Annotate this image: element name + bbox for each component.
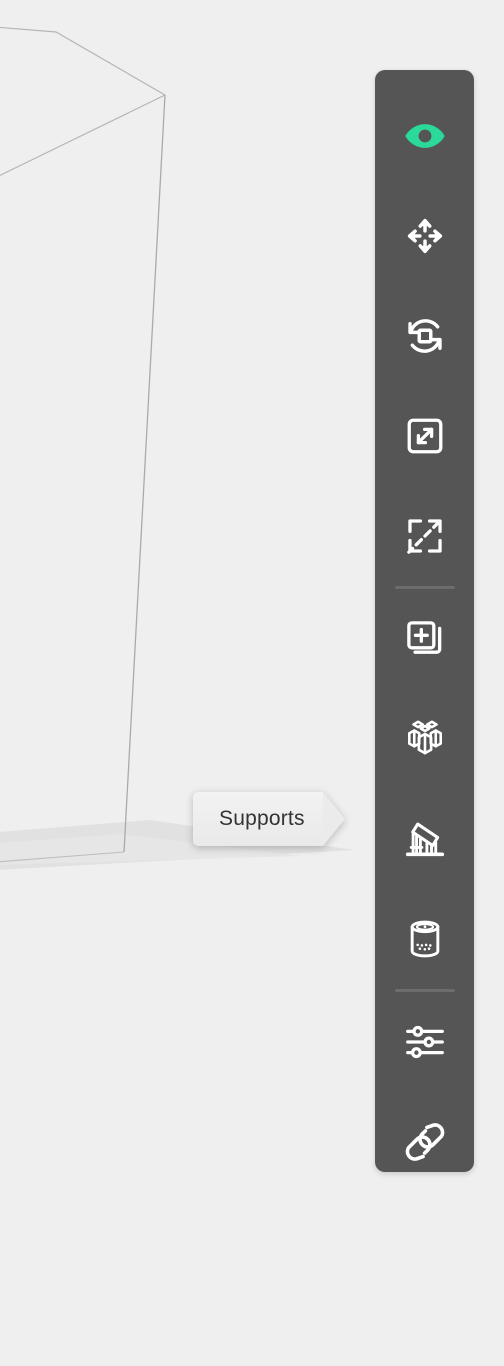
plate-edge-top-left <box>0 26 166 96</box>
duplicate-add-icon <box>403 617 447 661</box>
tooltip-supports: Supports <box>193 792 345 846</box>
hollow-infill-icon <box>403 917 447 961</box>
toolbar-item-preview[interactable] <box>375 86 474 186</box>
toolbar-item-link[interactable] <box>375 1092 474 1192</box>
toolbar-item-duplicate[interactable] <box>375 589 474 689</box>
plate-edge-left-diagonal <box>0 94 166 177</box>
rotate-icon <box>402 313 448 359</box>
sliders-settings-icon <box>403 1020 447 1064</box>
link-chain-icon <box>402 1119 448 1165</box>
toolbar-item-rotate[interactable] <box>375 286 474 386</box>
arrange-pack-icon <box>402 716 448 762</box>
tooltip-body: Supports <box>193 792 323 846</box>
tooltip-label: Supports <box>219 807 305 830</box>
toolbar-item-settings[interactable] <box>375 992 474 1092</box>
right-toolbar[interactable] <box>375 70 474 1172</box>
mirror-cut-icon <box>403 514 447 558</box>
toolbar-item-arrange[interactable] <box>375 689 474 789</box>
toolbar-item-hollow[interactable] <box>375 889 474 989</box>
toolbar-item-mirror[interactable] <box>375 486 474 586</box>
toolbar-item-supports[interactable] <box>375 789 474 889</box>
visibility-eye-icon <box>403 114 447 158</box>
toolbar-item-scale[interactable] <box>375 386 474 486</box>
move-arrows-icon <box>403 214 447 258</box>
plate-edge-right-vertical <box>123 94 166 853</box>
tooltip-arrow <box>322 792 345 846</box>
scale-icon <box>403 414 447 458</box>
toolbar-item-move[interactable] <box>375 186 474 286</box>
supports-icon <box>402 816 448 862</box>
